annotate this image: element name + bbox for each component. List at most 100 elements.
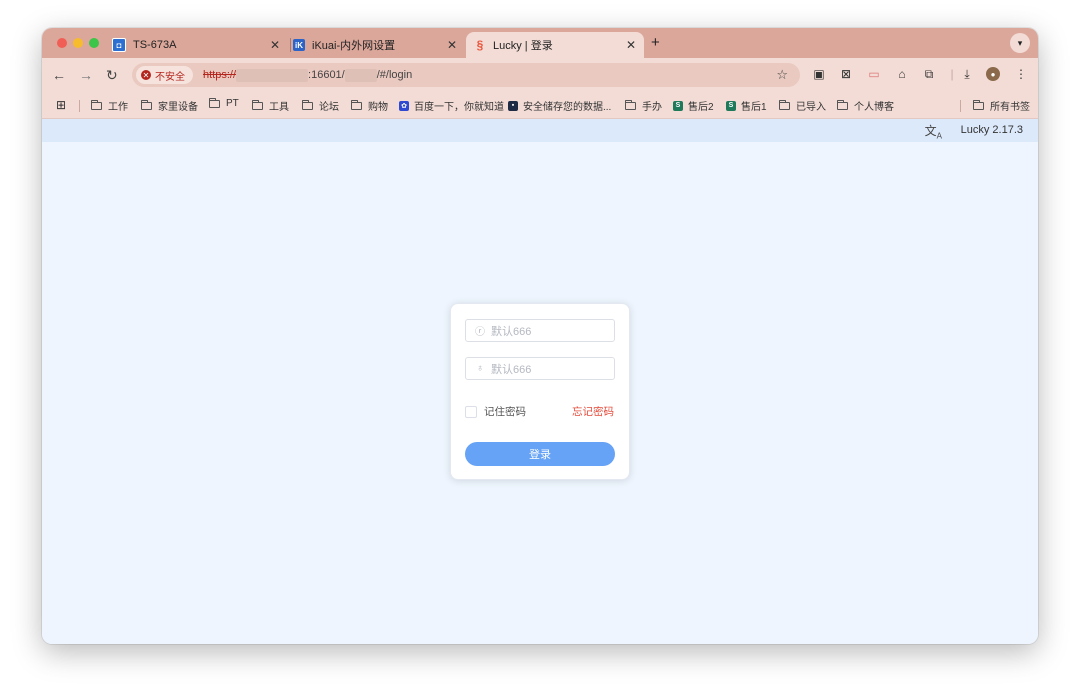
qnap-icon: ◘ xyxy=(112,38,126,52)
tab-strip: ◘ TS-673A ✕ iK iKuai-内外网设置 ✕ § Lucky | 登… xyxy=(42,28,1038,58)
bookmark-label: 个人博客 xyxy=(854,102,894,113)
page-header: 文A Lucky 2.17.3 xyxy=(42,119,1038,142)
sheet-icon: S xyxy=(726,100,736,111)
folder-icon xyxy=(252,99,263,110)
folder-icon xyxy=(837,99,848,110)
bookmark-label: 已导入 xyxy=(796,102,826,113)
tab-label: iKuai-内外网设置 xyxy=(312,40,396,52)
bookmark-label: PT xyxy=(226,98,239,109)
remember-checkbox[interactable] xyxy=(465,405,477,418)
bookmark-label: 家里设备 xyxy=(158,102,198,113)
bookmark-folder[interactable]: 工具 xyxy=(252,98,289,113)
lock-icon: ♁ xyxy=(476,363,484,374)
tab-divider xyxy=(290,38,291,52)
bookmark-label: 百度一下，你就知道 xyxy=(414,102,504,113)
redacted-path xyxy=(344,68,377,82)
extension-icon[interactable]: ⌂ xyxy=(895,67,909,81)
translate-icon[interactable]: 文A xyxy=(925,122,942,140)
baidu-paw-icon: ✿ xyxy=(399,100,409,111)
forward-arrow-icon[interactable]: → xyxy=(79,67,93,83)
app-version: Lucky 2.17.3 xyxy=(960,124,1023,136)
minimize-window-button[interactable] xyxy=(73,38,83,48)
apps-grid-icon[interactable]: ⊞ xyxy=(56,98,66,112)
bookmark-folder[interactable]: 工作 xyxy=(91,98,128,113)
storage-icon: ▪ xyxy=(508,100,518,111)
password-input[interactable]: ♁ 默认666 xyxy=(465,357,615,380)
all-bookmarks-folder[interactable]: 所有书签 xyxy=(973,98,1030,113)
bookmarks-bar: ⊞ 工作 家里设备 PT 工具 论坛 购物 ✿ 百度一下，你就知道 ▪ 安全储存您的… xyxy=(42,92,1038,119)
close-tab-icon[interactable]: ✕ xyxy=(447,38,457,52)
bookmark-folder[interactable]: 个人博客 xyxy=(837,98,894,113)
extension-icon[interactable]: ⊠ xyxy=(839,67,853,81)
tab-ts673a[interactable]: ◘ TS-673A ✕ xyxy=(112,32,288,58)
bookmark-label: 工作 xyxy=(108,102,128,113)
tab-lucky-login[interactable]: § Lucky | 登录 ✕ xyxy=(466,32,644,58)
close-tab-icon[interactable]: ✕ xyxy=(626,38,636,52)
bookmark-folder[interactable]: 家里设备 xyxy=(141,98,198,113)
remember-password[interactable]: 记住密码 xyxy=(465,404,526,419)
redacted-host xyxy=(236,68,309,82)
extension-icon[interactable]: ▣ xyxy=(812,67,826,81)
folder-icon xyxy=(209,97,220,108)
avatar[interactable]: ● xyxy=(986,67,1000,81)
folder-icon xyxy=(91,99,102,110)
bookmark-label: 售后1 xyxy=(741,102,767,113)
url-scheme: https:// xyxy=(203,69,237,81)
bookmark-star-icon[interactable]: ☆ xyxy=(776,67,788,83)
close-tab-icon[interactable]: ✕ xyxy=(270,38,280,52)
remember-label: 记住密码 xyxy=(484,406,526,418)
toolbar-divider: | xyxy=(950,67,954,81)
url-path: /#/login xyxy=(376,69,413,81)
bookmark-divider xyxy=(79,100,80,112)
bookmark-shouhou2[interactable]: S 售后2 xyxy=(673,98,714,113)
lucky-icon: § xyxy=(476,38,484,52)
folder-icon xyxy=(779,99,790,110)
bookmark-label: 售后2 xyxy=(688,102,714,113)
extension-icon[interactable]: ▭ xyxy=(867,67,881,81)
close-window-button[interactable] xyxy=(57,38,67,48)
maximize-window-button[interactable] xyxy=(89,38,99,48)
url-port: :16601/ xyxy=(308,69,345,81)
login-card: ⓡ 默认666 ♁ 默认666 记住密码 忘记密码 登录 xyxy=(450,303,630,480)
tab-label: TS-673A xyxy=(133,39,177,51)
bookmark-folder[interactable]: 论坛 xyxy=(302,98,339,113)
kebab-menu-icon[interactable]: ⋮ xyxy=(1014,67,1028,81)
username-input[interactable]: ⓡ 默认666 xyxy=(465,319,615,342)
tab-label: Lucky | 登录 xyxy=(493,40,553,52)
address-bar[interactable]: ✕ 不安全 https:// :16601/ /#/login ☆ xyxy=(132,63,800,87)
forgot-password-link[interactable]: 忘记密码 xyxy=(572,404,614,419)
sheet-icon: S xyxy=(673,100,683,111)
security-chip[interactable]: ✕ 不安全 xyxy=(136,66,193,84)
folder-icon xyxy=(141,99,152,110)
folder-icon xyxy=(302,99,313,110)
login-button[interactable]: 登录 xyxy=(465,442,615,466)
bookmark-label: 购物 xyxy=(368,102,388,113)
bookmark-folder[interactable]: 手办 xyxy=(625,98,662,113)
browser-toolbar: ← → ↻ ✕ 不安全 https:// :16601/ /#/login ☆ … xyxy=(42,58,1038,92)
reload-icon[interactable]: ↻ xyxy=(106,67,118,84)
puzzle-icon[interactable]: ⧉ xyxy=(922,67,936,81)
bookmark-folder[interactable]: PT xyxy=(209,97,239,109)
bookmark-folder[interactable]: 购物 xyxy=(351,98,388,113)
security-label: 不安全 xyxy=(155,71,185,83)
bookmark-label: 所有书签 xyxy=(990,102,1030,113)
bookmark-baidu[interactable]: ✿ 百度一下，你就知道 xyxy=(399,98,504,113)
bookmark-label: 论坛 xyxy=(319,102,339,113)
login-page: ⓡ 默认666 ♁ 默认666 记住密码 忘记密码 登录 xyxy=(42,142,1038,644)
tab-search-chevron-icon[interactable]: ▾ xyxy=(1010,33,1030,53)
bookmark-label: 安全储存您的数据... xyxy=(523,102,612,113)
not-secure-icon: ✕ xyxy=(141,70,151,80)
back-arrow-icon[interactable]: ← xyxy=(52,67,66,83)
download-icon[interactable]: ⤓ xyxy=(960,67,974,81)
new-tab-button[interactable]: + xyxy=(651,34,660,51)
folder-icon xyxy=(973,99,984,110)
bookmark-storage[interactable]: ▪ 安全储存您的数据... xyxy=(508,98,611,113)
bookmark-divider xyxy=(960,100,961,112)
folder-icon xyxy=(625,99,636,110)
bookmark-folder[interactable]: 已导入 xyxy=(779,98,826,113)
bookmark-shouhou1[interactable]: S 售后1 xyxy=(726,98,767,113)
bookmark-label: 工具 xyxy=(269,102,289,113)
folder-icon xyxy=(351,99,362,110)
tab-ikuai[interactable]: iK iKuai-内外网设置 ✕ xyxy=(293,32,465,58)
ikuai-icon: iK xyxy=(293,39,305,51)
